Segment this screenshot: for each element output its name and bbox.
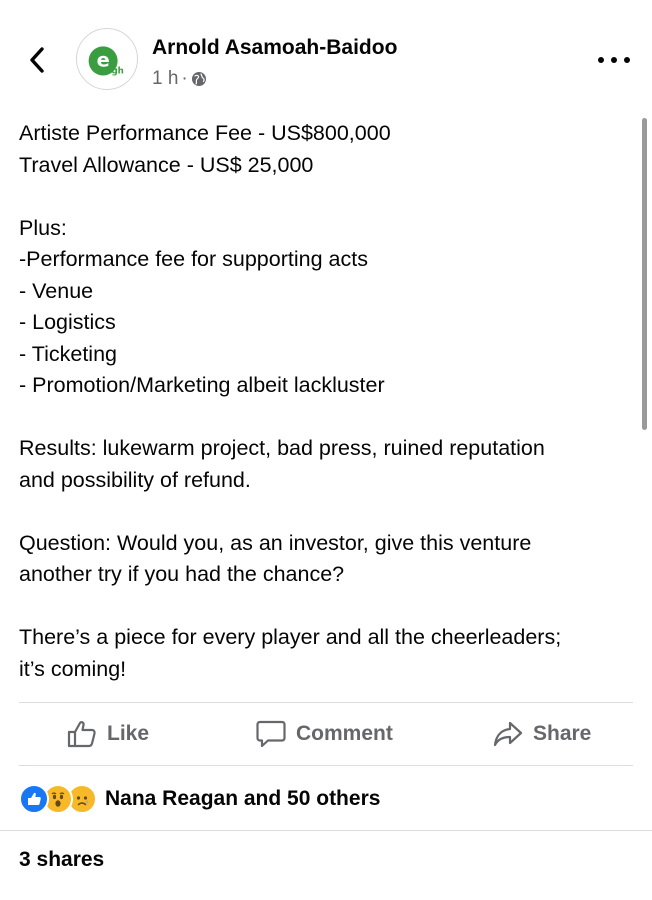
like-reaction-icon	[19, 784, 49, 814]
comment-icon	[256, 720, 286, 748]
share-arrow-icon	[493, 721, 523, 747]
post-line: - Logistics	[19, 310, 116, 334]
more-horizontal-icon	[598, 57, 604, 63]
share-button[interactable]: Share	[493, 703, 591, 765]
post-line: Artiste Performance Fee - US$800,000	[19, 121, 391, 145]
post-line: - Ticketing	[19, 341, 117, 366]
post-line: - Venue	[19, 278, 94, 303]
post-line: it’s coming!	[19, 656, 127, 681]
post-line: and possibility of refund.	[19, 467, 251, 492]
post-line: Travel Allowance - US$ 25,000	[19, 152, 314, 177]
more-dot	[611, 57, 617, 63]
post-line: Question: Would you, as an investor, giv…	[19, 530, 532, 555]
post-line: -Performance fee for supporting acts	[19, 247, 368, 271]
chevron-left-icon	[30, 47, 44, 73]
action-bar: Like Comment Share	[19, 703, 633, 765]
post-text: Artiste Performance Fee - US$800,000 Trav…	[19, 118, 631, 685]
post-line: Plus:	[19, 215, 67, 240]
comment-label: Comment	[296, 722, 393, 745]
avatar[interactable]: e gh	[76, 28, 138, 90]
comment-button[interactable]: Comment	[256, 703, 393, 765]
divider	[0, 830, 652, 831]
shares-count[interactable]: 3 shares	[19, 848, 104, 872]
scrollbar[interactable]	[642, 118, 647, 430]
like-button[interactable]: Like	[67, 703, 149, 765]
more-dot	[624, 57, 630, 63]
reactors-summary-text[interactable]: Nana Reagan and 50 others	[105, 787, 380, 811]
avatar-letter: e	[97, 49, 110, 72]
post-time[interactable]: 1 h	[152, 68, 178, 90]
divider	[19, 765, 633, 766]
avatar-sub: gh	[111, 67, 123, 77]
egh-logo: e gh	[88, 46, 124, 77]
post-line: There’s a piece for every player and all…	[19, 625, 562, 649]
back-button[interactable]	[22, 40, 52, 80]
more-options-button[interactable]	[598, 52, 630, 68]
post-meta: 1 h ·	[152, 68, 207, 90]
post-header: e gh Arnold Asamoah-Baidoo 1 h ·	[0, 0, 652, 110]
like-label: Like	[107, 722, 150, 745]
globe-icon	[191, 72, 206, 86]
post-line: Results: lukewarm project, bad press, ru…	[19, 436, 545, 460]
post-line: another try if you had the chance?	[19, 562, 345, 586]
meta-separator: ·	[181, 68, 188, 89]
post-line: - Promotion/Marketing albeit lackluster	[19, 373, 385, 397]
author-name[interactable]: Arnold Asamoah-Baidoo	[152, 36, 397, 60]
share-label: Share	[533, 722, 592, 745]
thumbs-up-icon	[67, 721, 96, 748]
reactions-summary[interactable]: Nana Reagan and 50 others	[19, 782, 380, 816]
